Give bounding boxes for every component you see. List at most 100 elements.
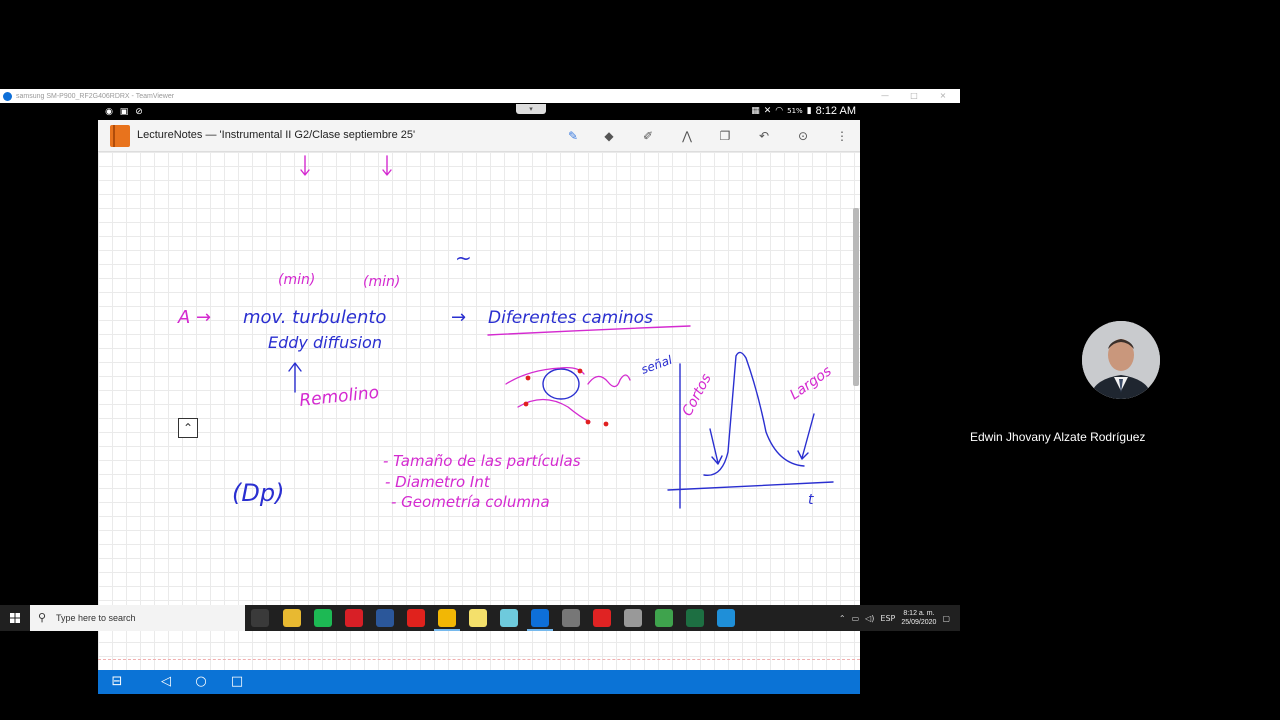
- handwritten-notes: (min) (min) ~ A → mov. turbulento → Dife…: [177, 155, 835, 511]
- desktop-screen: samsung SM-P900_RF2G406RDRX - TeamViewer…: [0, 0, 1280, 720]
- teamviewer-taskbar-icon[interactable]: [527, 609, 553, 631]
- windows-logo-icon: [10, 613, 20, 623]
- bullet-3: - Geometría columna: [391, 493, 550, 511]
- more-menu-icon[interactable]: ⋮: [833, 127, 851, 145]
- system-tray: ⌃ ▭ ◁) ESP 8:12 a. m. 25/09/2020 ▢: [839, 605, 960, 631]
- dot: [525, 375, 531, 381]
- chevron-up-icon[interactable]: ⌃: [839, 614, 846, 623]
- clock-date: 25/09/2020: [901, 619, 937, 626]
- snip-icon[interactable]: [562, 609, 580, 627]
- unit-label-2: (min): [363, 274, 400, 290]
- minimize-button[interactable]: —: [870, 89, 900, 103]
- largos-arrow: [797, 413, 815, 460]
- excel-icon[interactable]: [686, 609, 704, 627]
- teamviewer-icon[interactable]: ⊟: [107, 672, 127, 692]
- cortos-arrow: [709, 428, 723, 465]
- status-time: 8:12 AM: [815, 105, 856, 117]
- maximize-button[interactable]: □: [899, 89, 929, 103]
- pen-tool-icon[interactable]: ✎: [564, 127, 582, 145]
- tilde-mark: ~: [455, 246, 472, 270]
- mute-icon: ✕: [763, 106, 772, 116]
- down-arrow-2: [382, 155, 392, 176]
- flow-path-2: [587, 374, 631, 388]
- close-button[interactable]: ×: [928, 89, 958, 103]
- sticky-notes-icon[interactable]: [469, 609, 487, 627]
- search-icon: ⚲: [38, 611, 47, 624]
- nfc-icon: ▦: [751, 106, 760, 116]
- slack-icon[interactable]: [500, 609, 518, 627]
- android-nav-bar: ⊟ ◁ ○ □: [98, 670, 860, 694]
- participant-video-tile: Edwin Jhovany Alzate Rodríguez: [962, 270, 1280, 450]
- peak-curve: [703, 351, 805, 476]
- highlighter-tool-icon[interactable]: ✐: [639, 127, 657, 145]
- taskbar-search-box[interactable]: ⚲ Type here to search: [30, 605, 245, 631]
- teamviewer-titlebar: samsung SM-P900_RF2G406RDRX - TeamViewer…: [0, 89, 960, 103]
- lecturenotes-logo-icon: [110, 125, 130, 147]
- notebook-page[interactable]: (min) (min) ~ A → mov. turbulento → Dife…: [98, 152, 860, 670]
- line-a-text: mov. turbulento: [243, 307, 386, 328]
- battery-tray-icon[interactable]: ▭: [852, 614, 860, 623]
- edge-icon[interactable]: [717, 609, 735, 627]
- word-icon[interactable]: [376, 609, 394, 627]
- language-indicator[interactable]: ESP: [880, 614, 895, 623]
- up-arrow: [288, 362, 302, 393]
- screen-icon: ▣: [119, 107, 129, 117]
- participant-avatar: [1082, 321, 1160, 399]
- teamviewer-window: samsung SM-P900_RF2G406RDRX - TeamViewer…: [0, 89, 960, 694]
- diferentes-caminos: Diferentes caminos: [488, 308, 653, 328]
- eraser-tool-icon[interactable]: ◆: [600, 127, 618, 145]
- acrobat-icon[interactable]: [407, 609, 425, 627]
- compass-status-icon: ⊘: [135, 107, 143, 117]
- eddy-diffusion: Eddy diffusion: [268, 333, 382, 352]
- copy-tool-icon[interactable]: ❐: [716, 127, 734, 145]
- volume-icon[interactable]: ◁): [865, 614, 874, 623]
- start-button[interactable]: [0, 605, 30, 631]
- android-status-bar: ◉ ▣ ⊘ ▾ ▦ ✕ ◠ 51% ▮ 8:12 AM: [98, 104, 860, 120]
- file-explorer-icon[interactable]: [283, 609, 301, 627]
- battery-icon: ▮: [806, 106, 812, 116]
- eye-icon: ◉: [105, 107, 113, 117]
- battery-level: 51%: [787, 107, 803, 115]
- settings-app-icon[interactable]: [624, 609, 642, 627]
- participant-name: Edwin Jhovany Alzate Rodríguez: [970, 430, 1146, 444]
- dot: [577, 368, 583, 374]
- bullet-2: - Diametro Int: [385, 473, 491, 491]
- particle-circle: [542, 368, 580, 400]
- chrome-icon[interactable]: [434, 609, 460, 631]
- flow-path-1: [505, 366, 585, 385]
- record-icon[interactable]: [593, 609, 611, 627]
- dp-label: (Dp): [232, 479, 284, 507]
- teamviewer-panel-handle[interactable]: ▾: [516, 104, 546, 114]
- back-button[interactable]: ◁: [156, 672, 176, 692]
- clock-time: 8:12 a. m.: [903, 610, 935, 617]
- remolino-label: Remolino: [298, 383, 380, 411]
- window-title: samsung SM-P900_RF2G406RDRX - TeamViewer: [16, 92, 175, 100]
- home-button[interactable]: ○: [191, 672, 211, 692]
- line-a-prefix: A →: [177, 307, 211, 328]
- flow-path-3: [517, 398, 591, 423]
- camtasia-icon[interactable]: [655, 609, 673, 627]
- windows-taskbar: ⚲ Type here to search ⌃ ▭ ◁) ESP 8:12 a.…: [0, 605, 960, 631]
- wifi-icon: ◠: [775, 106, 784, 116]
- dot: [523, 401, 529, 407]
- compass-tool-icon[interactable]: ⋀: [678, 127, 696, 145]
- senal-label: señal: [639, 353, 674, 377]
- collapse-toolbar-button[interactable]: ⌃: [178, 418, 198, 438]
- camera-icon[interactable]: ⊙: [794, 127, 812, 145]
- t-axis-label: t: [808, 492, 814, 508]
- task-view-icon[interactable]: [251, 609, 269, 627]
- clock[interactable]: 8:12 a. m. 25/09/2020: [901, 609, 936, 627]
- lecturenotes-app-bar: LectureNotes — 'Instrumental II G2/Clase…: [98, 120, 860, 152]
- x-axis: [667, 481, 834, 491]
- dot: [585, 419, 591, 425]
- page-scrollbar[interactable]: [853, 208, 859, 386]
- notifications-icon[interactable]: ▢: [942, 614, 950, 623]
- recents-button[interactable]: □: [227, 672, 247, 692]
- cortos-label: Cortos: [679, 371, 714, 419]
- netflix-icon[interactable]: [345, 609, 363, 627]
- unit-label-1: (min): [278, 272, 315, 288]
- page-boundary-line: [98, 659, 860, 660]
- undo-icon[interactable]: ↶: [755, 127, 773, 145]
- spotify-icon[interactable]: [314, 609, 332, 627]
- down-arrow-1: [300, 155, 310, 176]
